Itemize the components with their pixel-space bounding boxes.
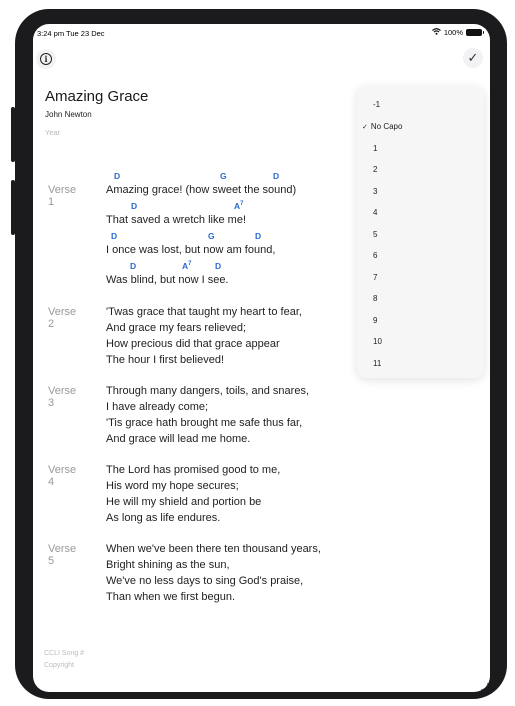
copyright: Copyright [44, 662, 74, 669]
verse-label: Verse 1 [48, 184, 77, 208]
capo-option[interactable]: 9 [373, 316, 377, 325]
capo-option[interactable]: 3 [373, 187, 377, 196]
chord: D [114, 171, 121, 181]
capo-option-selected[interactable]: ✓ No Capo [362, 122, 402, 131]
chord: D [131, 201, 138, 211]
lyric-line: I once was lost, but now am found, [106, 244, 276, 256]
verse-label: Verse 3 [48, 385, 77, 409]
chord: G [220, 171, 227, 181]
verse-label: Verse 5 [48, 543, 77, 567]
lyric-line: And grace my fears relieved; [106, 322, 247, 334]
chord-extension: 7 [240, 201, 244, 208]
capo-option[interactable]: -1 [373, 100, 380, 109]
capo-option-label: No Capo [370, 122, 403, 131]
capo-option[interactable]: 1 [373, 144, 377, 153]
volume-down-button [11, 180, 15, 235]
chord-extension: 7 [188, 261, 192, 268]
screen: 3:24 pm Tue 23 Dec 100% i ✓ Amazing Grac… [33, 24, 490, 692]
lyric-line: The hour I first believed! [106, 354, 225, 366]
chord: D [111, 231, 118, 241]
lyric-line: His word my hope secures; [106, 480, 239, 492]
capo-option[interactable]: 2 [373, 165, 377, 174]
lyric-line: The Lord has promised good to me, [106, 464, 281, 476]
volume-up-button [11, 107, 15, 162]
capo-option[interactable]: 5 [373, 230, 377, 239]
status-bar: 3:24 pm Tue 23 Dec 100% [33, 24, 490, 40]
lyric-line: As long as life endures. [106, 512, 221, 524]
lyric-line: I have already come; [106, 401, 209, 413]
song-title: Amazing Grace [45, 88, 149, 105]
lyric-line: 'Tis grace hath brought me safe thus far… [106, 417, 303, 429]
verse-label: Verse 4 [48, 464, 77, 488]
lyric-line: Was blind, but now I see. [106, 274, 229, 286]
battery-icon [466, 29, 484, 36]
info-icon: i [40, 53, 52, 65]
lyric-line: He will my shield and portion be [106, 496, 262, 508]
checkmark-icon: ✓ [362, 124, 368, 131]
status-time: 3:24 pm Tue 23 Dec [37, 29, 105, 38]
chord: D [273, 171, 280, 181]
song-year: Year [45, 128, 61, 137]
capo-option[interactable]: 6 [373, 251, 377, 260]
lyric-line: And grace will lead me home. [106, 433, 251, 445]
chord: D [130, 261, 137, 271]
lyric-line: Amazing grace! (how sweet the sound) [106, 184, 297, 196]
chord-a7: A7 [182, 261, 191, 271]
lyric-line: We've no less days to sing God's praise, [106, 575, 304, 587]
battery-percentage: 100% [443, 28, 463, 37]
chord: D [255, 231, 262, 241]
chord: D [215, 261, 222, 271]
chord: G [208, 231, 215, 241]
song-author: John Newton [45, 110, 92, 119]
wifi-icon [431, 28, 441, 37]
capo-option[interactable]: 10 [373, 337, 382, 346]
ccli-song-number: CCLI Song # [44, 650, 85, 657]
lyric-line: That saved a wretch like me! [106, 214, 247, 226]
chord-a7: A7 [234, 201, 243, 211]
info-button[interactable]: i [36, 49, 56, 69]
lyric-line: Than when we first begun. [106, 591, 236, 603]
capo-menu: -1 ✓ No Capo 1 2 3 4 5 6 7 8 9 10 11 [357, 86, 484, 378]
lyric-line: How precious did that grace appear [106, 338, 280, 350]
lyric-line: Bright shining as the sun, [106, 559, 230, 571]
capo-option[interactable]: 11 [373, 359, 381, 368]
lyric-line: When we've been there ten thousand years… [106, 543, 321, 555]
checkmark-icon: ✓ [467, 50, 479, 65]
lyric-line: Through many dangers, toils, and snares, [106, 385, 310, 397]
capo-option[interactable]: 7 [373, 273, 377, 282]
done-button[interactable]: ✓ [463, 48, 483, 68]
verse-label: Verse 2 [48, 306, 77, 330]
capo-option[interactable]: 4 [373, 208, 377, 217]
lyric-line: 'Twas grace that taught my heart to fear… [106, 306, 302, 318]
capo-option[interactable]: 8 [373, 294, 377, 303]
